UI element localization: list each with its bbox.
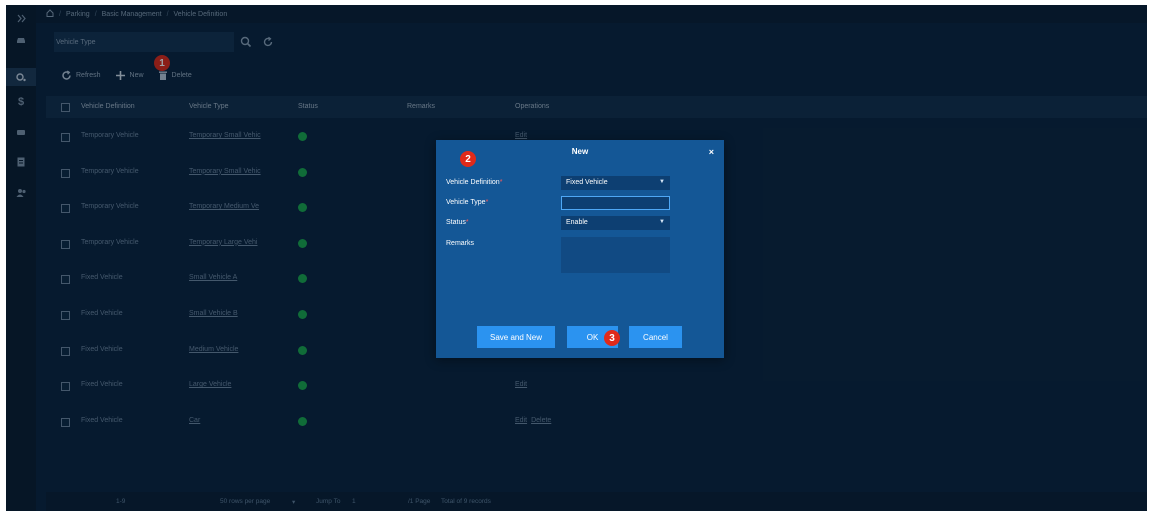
vehicle-type-label-text: Vehicle Type — [446, 199, 486, 206]
vehicle-definition-label: Vehicle Definition* — [446, 179, 502, 186]
status-label: Status* — [446, 219, 469, 226]
status-label-text: Status — [446, 219, 466, 226]
remarks-textarea[interactable] — [561, 237, 670, 273]
annotation-badge-2: 2 — [460, 151, 476, 167]
new-vehicle-dialog: New × Vehicle Definition* Fixed Vehicle … — [436, 140, 724, 358]
chevron-down-icon: ▼ — [659, 179, 665, 185]
chevron-down-icon: ▼ — [659, 219, 665, 225]
vehicle-definition-select[interactable]: Fixed Vehicle ▼ — [561, 176, 670, 190]
app-window: $ / Parking / Basic Management / Vehicle… — [6, 5, 1147, 511]
vehicle-definition-value: Fixed Vehicle — [566, 179, 608, 186]
required-mark: * — [485, 199, 489, 206]
required-mark: * — [465, 219, 469, 226]
vehicle-type-input[interactable] — [561, 196, 670, 210]
vehicle-definition-label-text: Vehicle Definition — [446, 179, 500, 186]
save-and-new-button[interactable]: Save and New — [477, 326, 555, 348]
vehicle-type-label: Vehicle Type* — [446, 199, 488, 206]
required-mark: * — [499, 179, 503, 186]
dialog-title: New — [571, 147, 589, 156]
status-select[interactable]: Enable ▼ — [561, 216, 670, 230]
close-icon[interactable]: × — [709, 147, 714, 157]
annotation-badge-3: 3 — [604, 330, 620, 346]
cancel-button[interactable]: Cancel — [629, 326, 682, 348]
status-value: Enable — [566, 219, 588, 226]
remarks-label: Remarks — [446, 240, 475, 247]
